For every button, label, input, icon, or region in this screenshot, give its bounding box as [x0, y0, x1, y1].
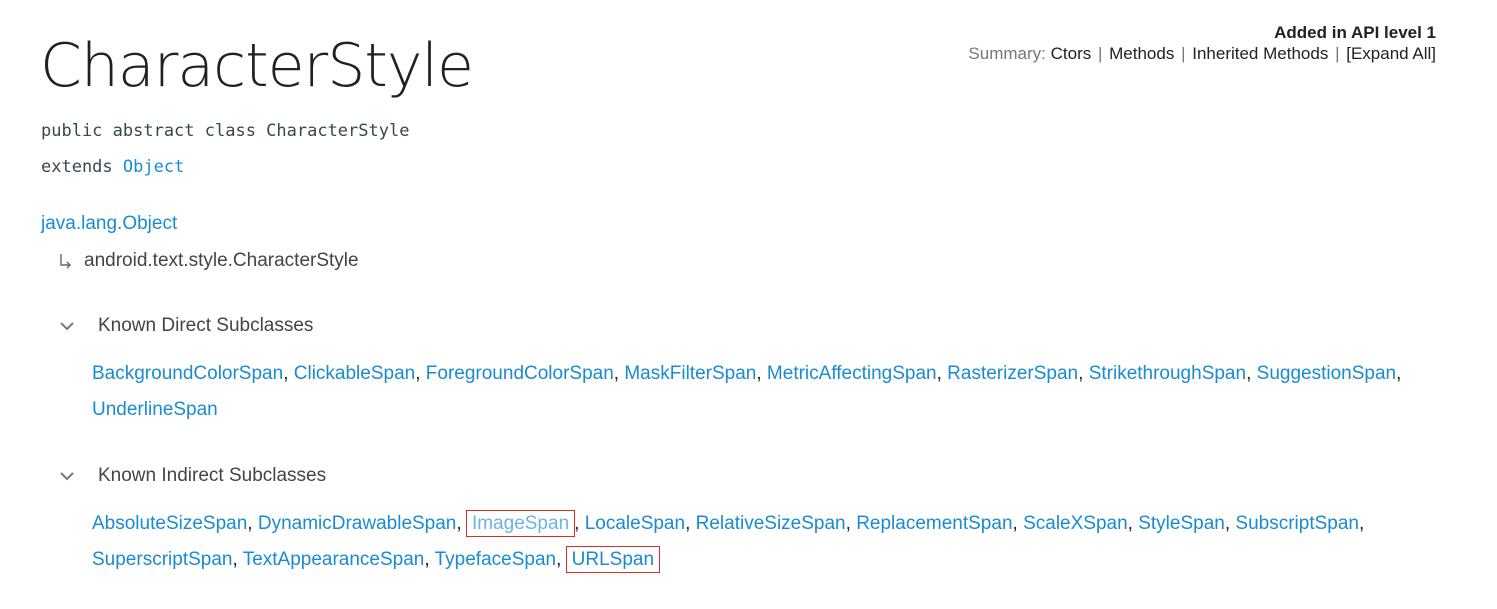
- summary-ctors-link[interactable]: Ctors: [1051, 44, 1092, 63]
- subclass-link-imagespan[interactable]: ImageSpan: [465, 510, 576, 537]
- subclass-link-strikethroughspan[interactable]: StrikethroughSpan: [1089, 363, 1246, 384]
- list-separator: ,: [936, 363, 948, 384]
- list-separator: ,: [1012, 513, 1024, 534]
- list-separator: ,: [685, 513, 696, 534]
- subclass-link-backgroundcolorspan[interactable]: BackgroundColorSpan: [92, 363, 283, 384]
- list-separator: ,: [232, 549, 243, 570]
- summary-methods-link[interactable]: Methods: [1109, 44, 1174, 63]
- subclass-link-localespan[interactable]: LocaleSpan: [585, 513, 685, 534]
- hierarchy-root-link[interactable]: java.lang.Object: [41, 213, 177, 235]
- list-separator: ,: [283, 363, 294, 384]
- list-separator: ,: [1127, 513, 1139, 534]
- api-meta-panel: Added in API level 1 Summary: Ctors | Me…: [966, 22, 1436, 64]
- indirect-subclasses-toggle[interactable]: Known Indirect Subclasses: [56, 465, 326, 487]
- direct-subclasses-list: BackgroundColorSpan, ClickableSpan, Fore…: [92, 356, 1482, 428]
- summary-separator: |: [1181, 44, 1186, 63]
- subclass-link-subscriptspan[interactable]: SubscriptSpan: [1235, 513, 1359, 534]
- summary-separator: |: [1097, 44, 1103, 63]
- page-title: CharacterStyle: [40, 31, 474, 101]
- subclass-link-relativesizespan[interactable]: RelativeSizeSpan: [696, 513, 846, 534]
- list-separator: ,: [424, 549, 435, 570]
- summary-nav: Summary: Ctors | Methods | Inherited Met…: [966, 43, 1436, 64]
- subclass-link-typefacespan[interactable]: TypefaceSpan: [435, 549, 556, 570]
- summary-label: Summary:: [968, 44, 1046, 63]
- chevron-down-icon: [60, 472, 74, 481]
- subclass-link-stylespan[interactable]: StyleSpan: [1138, 513, 1225, 534]
- api-level-label: Added in API level 1: [1274, 23, 1436, 42]
- direct-subclasses-toggle[interactable]: Known Direct Subclasses: [56, 315, 313, 337]
- list-separator: ,: [574, 513, 585, 534]
- class-signature: public abstract class CharacterStyle: [41, 121, 410, 141]
- subclass-link-absolutesizespan[interactable]: AbsoluteSizeSpan: [92, 513, 247, 534]
- hierarchy-arrow-icon: [60, 254, 71, 269]
- summary-inherited-methods-link[interactable]: Inherited Methods: [1192, 44, 1328, 63]
- hierarchy-child: android.text.style.CharacterStyle: [56, 250, 359, 272]
- subclass-link-scalexspan[interactable]: ScaleXSpan: [1023, 513, 1128, 534]
- subclass-link-underlinespan[interactable]: UnderlineSpan: [92, 399, 218, 420]
- indirect-subclasses-heading: Known Indirect Subclasses: [98, 465, 327, 486]
- extends-line: extends Object: [41, 157, 184, 177]
- summary-expand-all-link[interactable]: [Expand All]: [1346, 44, 1436, 63]
- direct-subclasses-heading: Known Direct Subclasses: [98, 315, 314, 336]
- list-separator: ,: [1246, 363, 1257, 384]
- list-separator: ,: [1358, 513, 1365, 534]
- list-separator: ,: [613, 363, 625, 384]
- list-separator: ,: [415, 363, 426, 384]
- subclass-link-maskfilterspan[interactable]: MaskFilterSpan: [624, 363, 756, 384]
- subclass-link-urlspan[interactable]: URLSpan: [565, 546, 661, 573]
- subclass-link-textappearancespan[interactable]: TextAppearanceSpan: [243, 549, 425, 570]
- list-separator: ,: [247, 513, 258, 534]
- summary-separator: |: [1335, 44, 1340, 63]
- list-separator: ,: [1224, 513, 1236, 534]
- extends-keyword: extends: [41, 157, 113, 177]
- list-separator: ,: [456, 513, 467, 534]
- list-separator: ,: [845, 513, 857, 534]
- list-separator: ,: [756, 363, 767, 384]
- list-separator: ,: [1078, 363, 1089, 384]
- subclass-link-metricaffectingspan[interactable]: MetricAffectingSpan: [767, 363, 937, 384]
- subclass-link-rasterizerspan[interactable]: RasterizerSpan: [947, 363, 1078, 384]
- list-separator: ,: [556, 549, 567, 570]
- subclass-link-dynamicdrawablespan[interactable]: DynamicDrawableSpan: [258, 513, 457, 534]
- hierarchy-child-label: android.text.style.CharacterStyle: [84, 250, 359, 271]
- indirect-subclasses-list: AbsoluteSizeSpan, DynamicDrawableSpan, I…: [92, 506, 1482, 578]
- extends-object-link[interactable]: Object: [123, 157, 184, 177]
- subclass-link-foregroundcolorspan[interactable]: ForegroundColorSpan: [426, 363, 614, 384]
- chevron-down-icon: [60, 322, 74, 331]
- list-separator: ,: [1396, 363, 1402, 384]
- subclass-link-replacementspan[interactable]: ReplacementSpan: [856, 513, 1012, 534]
- subclass-link-superscriptspan[interactable]: SuperscriptSpan: [92, 549, 232, 570]
- subclass-link-suggestionspan[interactable]: SuggestionSpan: [1257, 363, 1396, 384]
- subclass-link-clickablespan[interactable]: ClickableSpan: [294, 363, 415, 384]
